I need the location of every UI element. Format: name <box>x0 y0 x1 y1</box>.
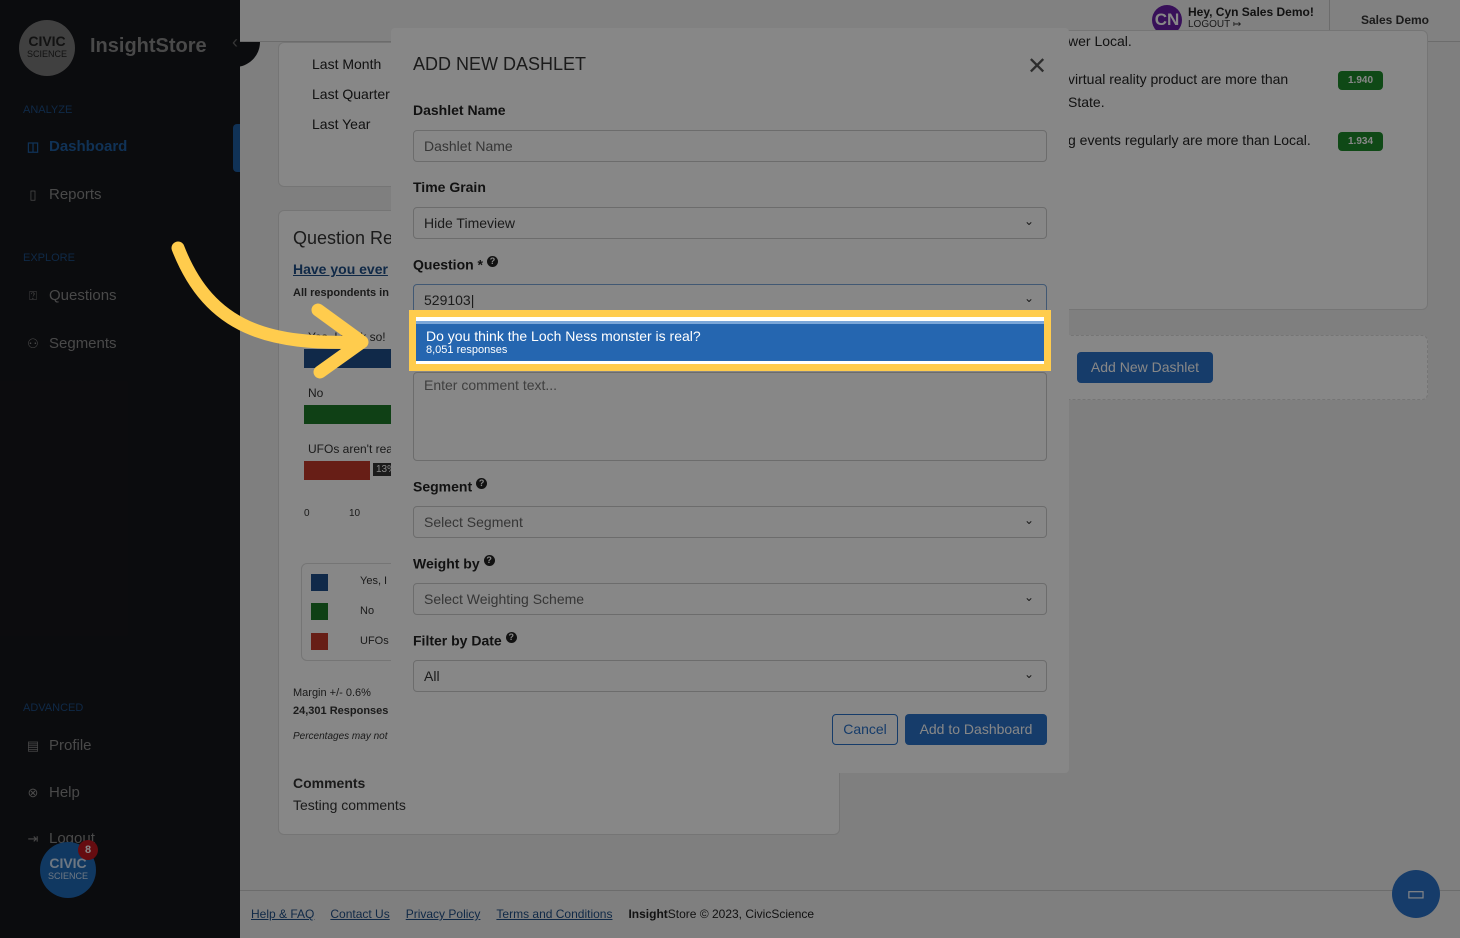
arrow-icon <box>171 241 369 379</box>
question-option[interactable]: Do you think the Loch Ness monster is re… <box>416 321 1044 361</box>
option-question: Do you think the Loch Ness monster is re… <box>426 328 701 344</box>
option-responses: 8,051 responses <box>426 344 508 356</box>
dim-overlay <box>0 0 1460 938</box>
highlight-box: Do you think the Loch Ness monster is re… <box>409 310 1051 371</box>
